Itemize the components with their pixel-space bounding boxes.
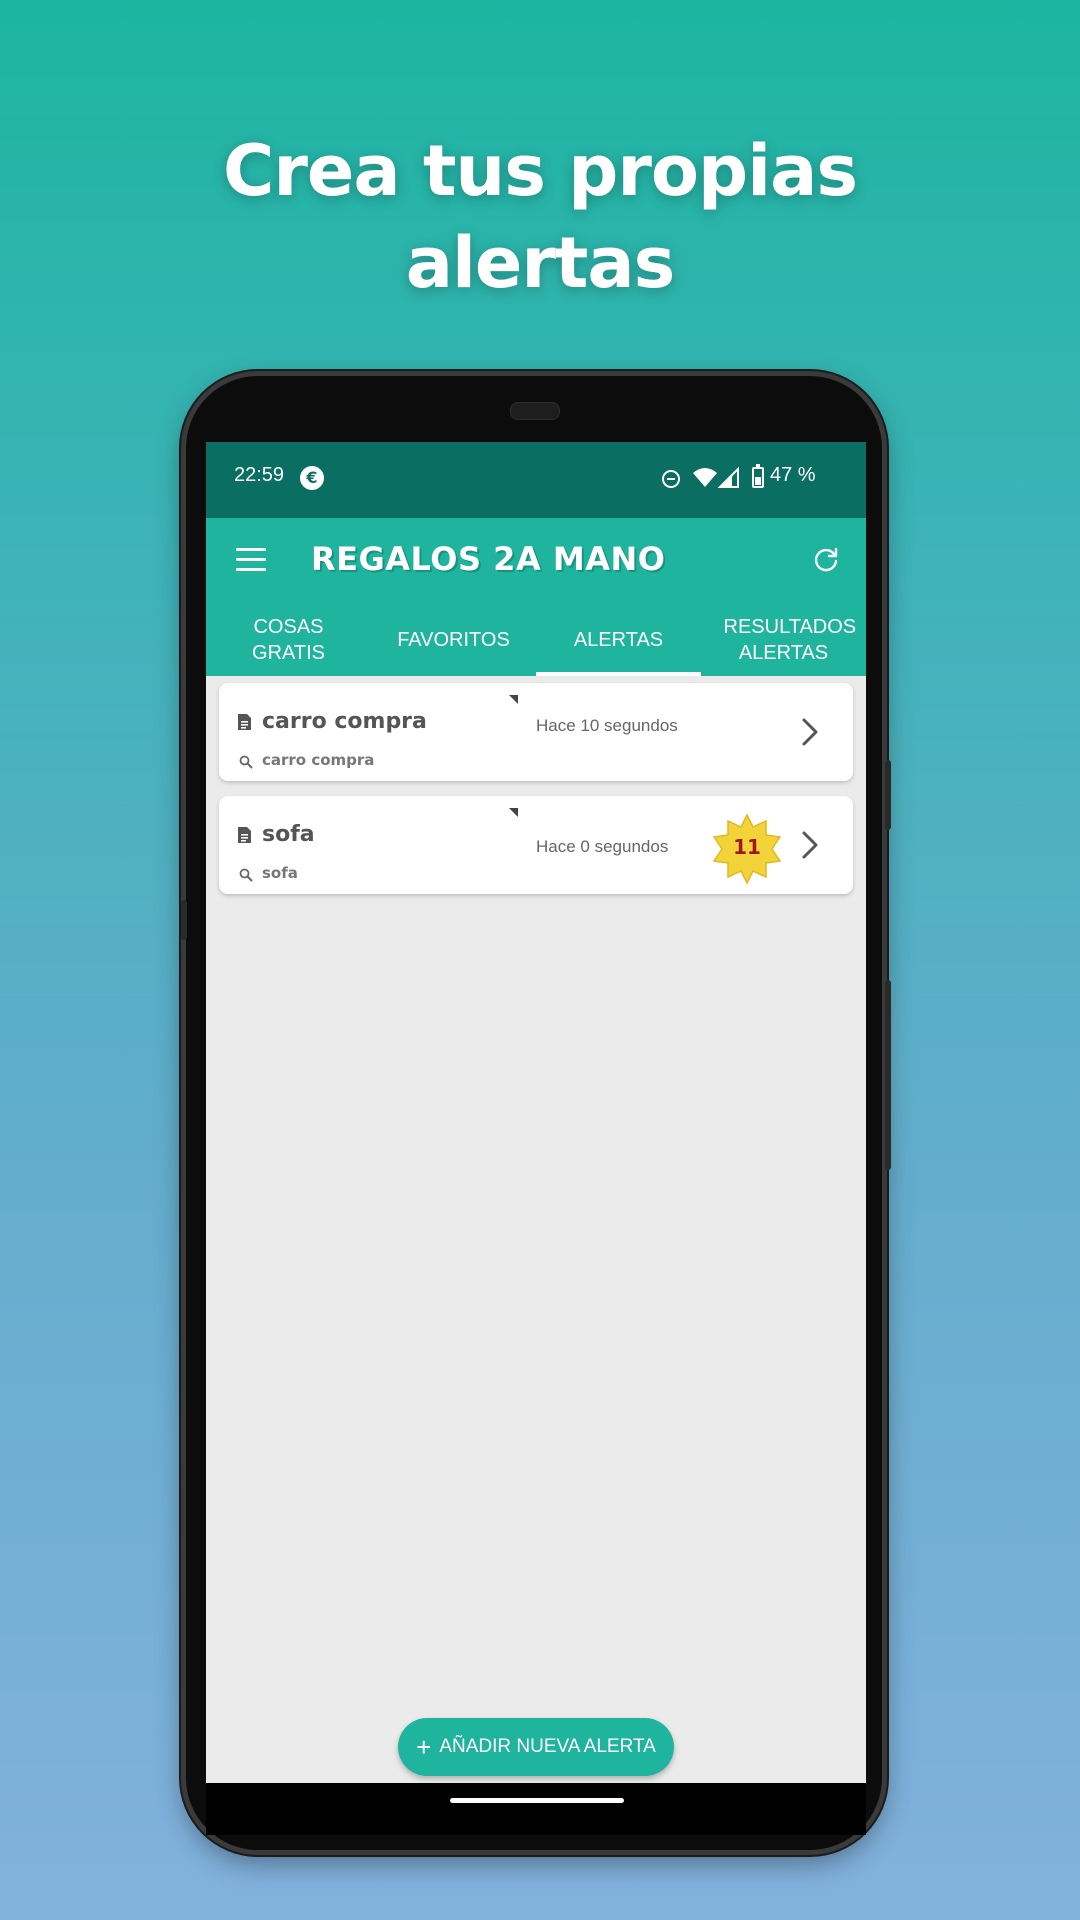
document-icon (238, 827, 251, 843)
badge-count: 11 (733, 835, 761, 859)
document-icon (238, 714, 251, 730)
app-bar: REGALOS 2A MANO (206, 518, 866, 604)
euro-icon: € (300, 466, 324, 490)
chevron-right-icon[interactable] (801, 717, 819, 747)
alert-time: Hace 10 segundos (536, 716, 678, 735)
promo-title-line-1: Crea tus propias (222, 130, 858, 212)
menu-icon[interactable] (236, 548, 266, 572)
alert-name: sofa (262, 822, 315, 847)
add-alert-button[interactable]: + AÑADIR NUEVA ALERTA (398, 1718, 674, 1776)
tab-label: RESULTADOS ALERTAS (723, 616, 857, 664)
alert-query: sofa (262, 864, 298, 882)
search-icon (239, 755, 253, 769)
search-icon (239, 868, 253, 882)
alert-time: Hace 0 segundos (536, 837, 669, 856)
alert-card[interactable]: sofa sofa Hace 0 segundos 11 (219, 796, 853, 894)
promo-title: Crea tus propias alertas (0, 125, 1080, 309)
status-bar: 22:59 € 47 % (206, 442, 866, 518)
tab-label: ALERTAS (573, 629, 664, 651)
battery-icon (752, 464, 764, 488)
phone-screen: 22:59 € 47 % REGALOS 2A MANO COSAS GRATI… (206, 442, 866, 1783)
tab-bar: COSAS GRATIS FAVORITOS ALERTAS RESULTADO… (206, 604, 866, 676)
home-indicator[interactable] (450, 1798, 624, 1803)
corner-indicator (509, 695, 518, 704)
tab-favoritos[interactable]: FAVORITOS (371, 604, 536, 676)
plus-icon: + (416, 1732, 432, 1762)
promo-title-line-2: alertas (405, 222, 676, 304)
tab-label: FAVORITOS (397, 629, 510, 651)
navigation-bar (206, 1783, 866, 1835)
tab-resultados-alertas[interactable]: RESULTADOS ALERTAS (701, 604, 866, 676)
tab-cosas-gratis[interactable]: COSAS GRATIS (206, 604, 371, 676)
signal-icon (718, 466, 739, 488)
phone-side-button (885, 760, 891, 830)
alert-query: carro compra (262, 751, 375, 769)
phone-side-button (885, 980, 891, 1170)
results-badge: 11 (711, 813, 783, 885)
do-not-disturb-icon (662, 470, 680, 488)
tab-alertas[interactable]: ALERTAS (536, 604, 701, 676)
alert-name: carro compra (262, 709, 427, 734)
battery-percentage: 47 % (770, 464, 816, 486)
chevron-right-icon[interactable] (801, 830, 819, 860)
alert-card[interactable]: carro compra carro compra Hace 10 segund… (219, 683, 853, 781)
phone-side-button (181, 900, 187, 940)
add-alert-label: AÑADIR NUEVA ALERTA (439, 1736, 656, 1757)
corner-indicator (509, 808, 518, 817)
earpiece (510, 402, 560, 420)
tab-label: COSAS GRATIS (252, 616, 325, 664)
status-time: 22:59 (234, 464, 285, 486)
wifi-icon (693, 468, 717, 487)
refresh-icon[interactable] (812, 546, 840, 574)
app-title: REGALOS 2A MANO (311, 540, 666, 578)
